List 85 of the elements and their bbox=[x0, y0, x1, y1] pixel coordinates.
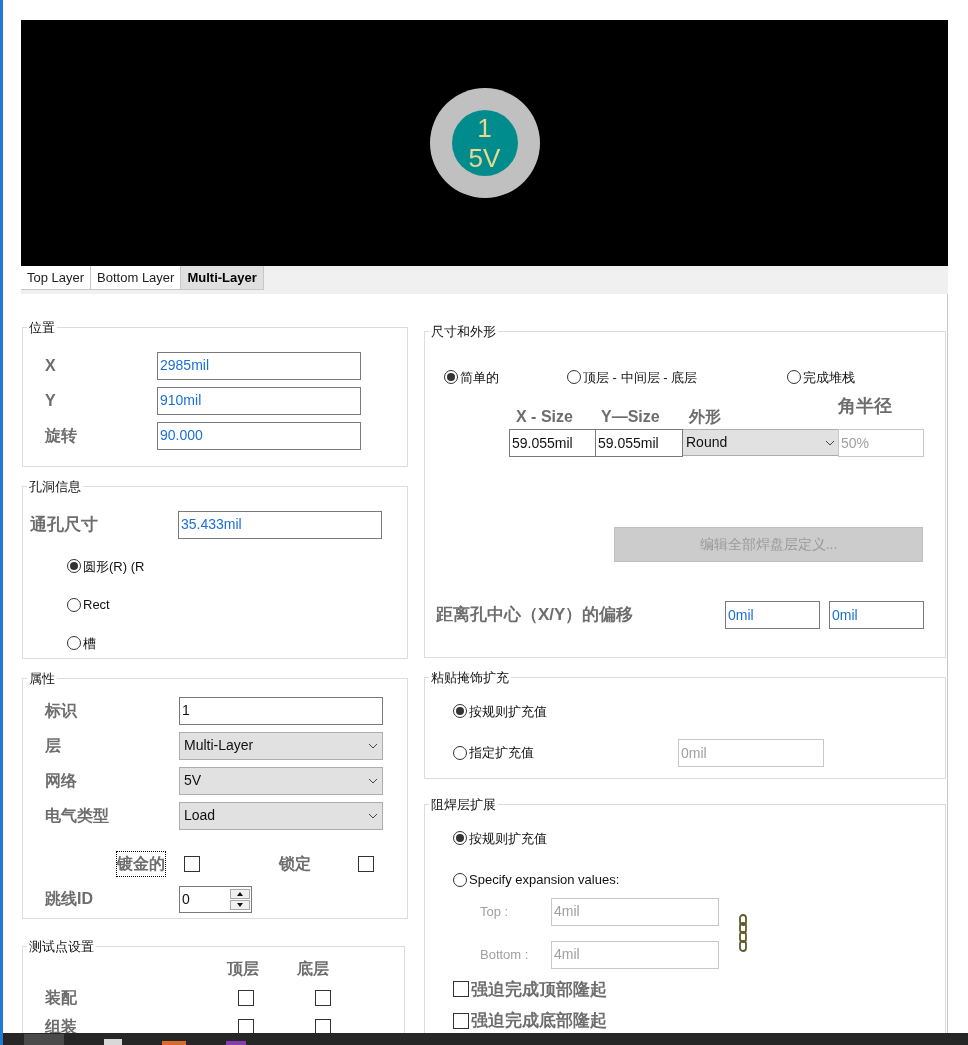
y-size-field[interactable]: 59.055mil bbox=[596, 429, 683, 457]
input-field[interactable]: 90.000 bbox=[157, 421, 361, 450]
group-title: 位置 bbox=[28, 319, 56, 337]
checkbox[interactable] bbox=[315, 989, 331, 1006]
checkbox[interactable] bbox=[453, 1012, 469, 1029]
field-label: 标识 bbox=[43, 700, 78, 721]
input-field[interactable]: 2985mil bbox=[157, 351, 361, 380]
checkbox[interactable] bbox=[358, 855, 374, 872]
checkbox-label: 强迫完成顶部隆起 bbox=[471, 978, 607, 1001]
pad-net: 5V bbox=[468, 143, 501, 173]
radio-label: Specify expansion values: bbox=[469, 871, 620, 889]
dropdown[interactable]: 5V bbox=[179, 766, 383, 795]
chevron-down-icon bbox=[825, 439, 835, 446]
checkbox[interactable] bbox=[315, 1018, 331, 1035]
group-title: 属性 bbox=[28, 670, 56, 688]
x-size-field[interactable]: 59.055mil bbox=[509, 429, 596, 457]
dropdown[interactable]: Multi-Layer bbox=[179, 731, 383, 760]
group-title: 粘贴掩饰扩充 bbox=[430, 669, 510, 687]
checkbox[interactable] bbox=[238, 989, 254, 1006]
column-header: 顶层 bbox=[227, 958, 260, 979]
radio-label: 简单的 bbox=[460, 368, 499, 387]
dropdown[interactable]: Load bbox=[179, 801, 383, 830]
checkbox-label: 锁定 bbox=[279, 853, 311, 874]
radio-label: 槽 bbox=[83, 634, 96, 653]
checkbox[interactable] bbox=[184, 855, 200, 872]
field-label: Y bbox=[44, 390, 57, 411]
column-header: Y—Size bbox=[600, 407, 661, 427]
field-label: Bottom : bbox=[480, 945, 530, 964]
checkbox-label: 强迫完成底部隆起 bbox=[471, 1010, 607, 1032]
field-label: 通孔尺寸 bbox=[29, 513, 99, 536]
chevron-down-icon bbox=[368, 777, 378, 784]
layer-tab[interactable]: Top Layer bbox=[21, 266, 92, 290]
spin-down-icon[interactable] bbox=[230, 899, 250, 910]
radio-label: 完成堆栈 bbox=[803, 368, 855, 387]
column-header: 角半径 bbox=[838, 395, 892, 418]
number-spinner[interactable]: 0 bbox=[179, 885, 252, 913]
chevron-down-icon bbox=[368, 742, 378, 749]
input-field[interactable]: 910mil bbox=[157, 386, 361, 415]
field-label: 旋转 bbox=[44, 425, 78, 446]
pad-number: 1 bbox=[477, 113, 492, 143]
input-field[interactable]: 0mil bbox=[829, 601, 924, 629]
chain-link-icon bbox=[738, 914, 748, 952]
radio-label: 圆形(R) (R bbox=[83, 557, 145, 576]
radio-label: 按规则扩充值 bbox=[469, 702, 548, 721]
radio-button[interactable] bbox=[453, 746, 467, 760]
radio-button[interactable] bbox=[453, 704, 467, 719]
radio-button[interactable] bbox=[453, 872, 467, 887]
shape-dropdown[interactable]: Round bbox=[683, 429, 838, 456]
checkbox[interactable] bbox=[238, 1018, 254, 1035]
radio-button[interactable] bbox=[567, 370, 581, 385]
group-title: 孔洞信息 bbox=[28, 478, 82, 496]
field-label: 电气类型 bbox=[44, 805, 110, 826]
radio-button[interactable] bbox=[453, 831, 467, 846]
group-title: 测试点设置 bbox=[28, 938, 95, 956]
radio-button[interactable] bbox=[67, 559, 81, 574]
column-header: 外形 bbox=[687, 407, 722, 427]
chevron-down-icon bbox=[368, 812, 378, 819]
field-label: Top : bbox=[480, 902, 510, 921]
radio-button[interactable] bbox=[787, 370, 801, 385]
input-field[interactable]: 0mil bbox=[725, 601, 820, 629]
checkbox[interactable] bbox=[453, 981, 469, 998]
column-header: 底层 bbox=[297, 958, 330, 979]
radio-label: 按规则扩充值 bbox=[469, 829, 547, 848]
field-label: 距离孔中心（X/Y）的偏移 bbox=[436, 604, 635, 627]
group-title: 阻焊层扩展 bbox=[430, 796, 497, 814]
input-field[interactable]: 1 bbox=[179, 696, 383, 725]
column-header: X - Size bbox=[515, 407, 574, 427]
field-label: 层 bbox=[44, 735, 62, 756]
row-label: 装配 bbox=[44, 987, 78, 1008]
radio-label: Rect bbox=[83, 596, 110, 614]
radio-button[interactable] bbox=[67, 597, 81, 612]
radio-button[interactable] bbox=[444, 370, 458, 385]
field-label: X bbox=[44, 355, 57, 376]
spin-up-icon[interactable] bbox=[230, 888, 250, 899]
field-label: 网络 bbox=[44, 770, 78, 791]
row-label: 组装 bbox=[44, 1016, 78, 1037]
checkbox-label: 镀金的 bbox=[117, 851, 165, 876]
radio-label: 顶层 - 中间层 - 底层 bbox=[583, 368, 698, 387]
radio-label: 指定扩充值 bbox=[469, 744, 535, 763]
layer-tab[interactable]: Multi-Layer bbox=[181, 266, 264, 290]
layer-tab[interactable]: Bottom Layer bbox=[91, 266, 182, 290]
input-field[interactable]: 35.433mil bbox=[178, 510, 382, 539]
radio-button[interactable] bbox=[67, 636, 81, 651]
group-title: 尺寸和外形 bbox=[430, 323, 497, 341]
field-label: 跳线ID bbox=[44, 889, 94, 909]
